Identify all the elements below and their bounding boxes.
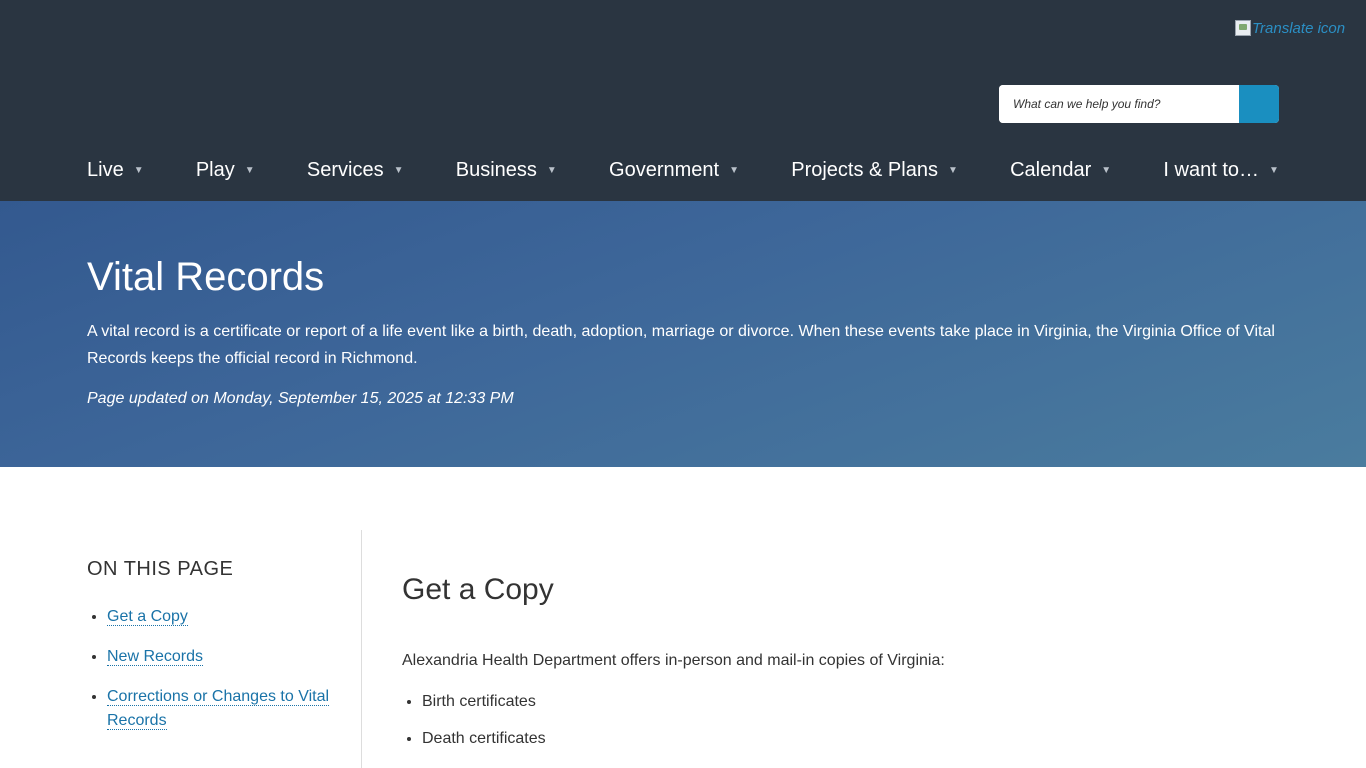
toc-link-new-records[interactable]: New Records [107,648,204,666]
section-title-get-a-copy: Get a Copy [402,573,554,606]
list-item: Death certificates [422,729,546,749]
hero-banner: Vital Records A vital record is a certif… [0,201,1366,467]
nav-item-label: Government [609,158,720,181]
search-button[interactable] [1239,85,1279,123]
toc-item: New Records [107,645,347,669]
nav-item-business[interactable]: Business ▼ [456,159,557,182]
toc-link-corrections[interactable]: Corrections or Changes to Vital Records [107,688,330,730]
translate-icon [1235,20,1251,36]
nav-item-label: Calendar [1010,158,1092,181]
nav-item-label: Play [195,158,235,181]
page-title: Vital Records [87,255,325,299]
nav-item-projects-plans[interactable]: Projects & Plans ▼ [791,159,958,182]
nav-item-government[interactable]: Government ▼ [609,159,739,182]
caret-down-icon: ▼ [546,164,557,176]
translate-link[interactable]: Translate icon [1235,17,1345,39]
caret-down-icon: ▼ [729,164,739,176]
nav-item-label: I want to… [1163,158,1260,181]
caret-down-icon: ▼ [133,164,144,176]
site-header: Translate icon Live ▼ Play ▼ Services ▼ … [0,0,1366,201]
translate-icon-alt-text: Translate icon [1252,19,1346,37]
caret-down-icon: ▼ [1101,164,1112,176]
section-intro: Alexandria Health Department offers in-p… [402,652,945,669]
main-nav: Live ▼ Play ▼ Services ▼ Business ▼ Gove… [87,152,1279,188]
nav-item-i-want-to[interactable]: I want to… ▼ [1163,159,1279,182]
toc-item: Get a Copy [107,605,347,629]
toc-list: Get a Copy New Records Corrections or Ch… [107,605,347,749]
nav-item-play[interactable]: Play ▼ [196,159,255,182]
nav-item-label: Services [306,158,384,181]
nav-item-live[interactable]: Live ▼ [87,159,144,182]
nav-item-label: Business [455,158,537,181]
nav-item-services[interactable]: Services ▼ [307,159,404,182]
search-box [999,85,1279,123]
page-updated-timestamp: Page updated on Monday, September 15, 20… [87,390,514,407]
caret-down-icon: ▼ [393,164,404,176]
nav-item-label: Live [87,158,124,181]
search-input[interactable] [999,85,1239,123]
nav-item-label: Projects & Plans [791,158,938,181]
certificate-list: Birth certificates Death certificates [422,692,546,766]
caret-down-icon: ▼ [1269,164,1279,176]
sidebar-heading: ON THIS PAGE [87,558,234,580]
sidebar-divider [361,530,362,768]
page-intro: A vital record is a certificate or repor… [87,323,1275,367]
main-content: Get a Copy Alexandria Health Department … [402,530,1282,768]
toc-item: Corrections or Changes to Vital Records [107,685,347,733]
caret-down-icon: ▼ [947,164,958,176]
toc-link-get-a-copy[interactable]: Get a Copy [107,608,188,626]
list-item: Birth certificates [422,692,546,712]
on-this-page-sidebar: ON THIS PAGE Get a Copy New Records Corr… [87,530,361,768]
nav-item-calendar[interactable]: Calendar ▼ [1010,159,1111,182]
caret-down-icon: ▼ [244,164,255,176]
